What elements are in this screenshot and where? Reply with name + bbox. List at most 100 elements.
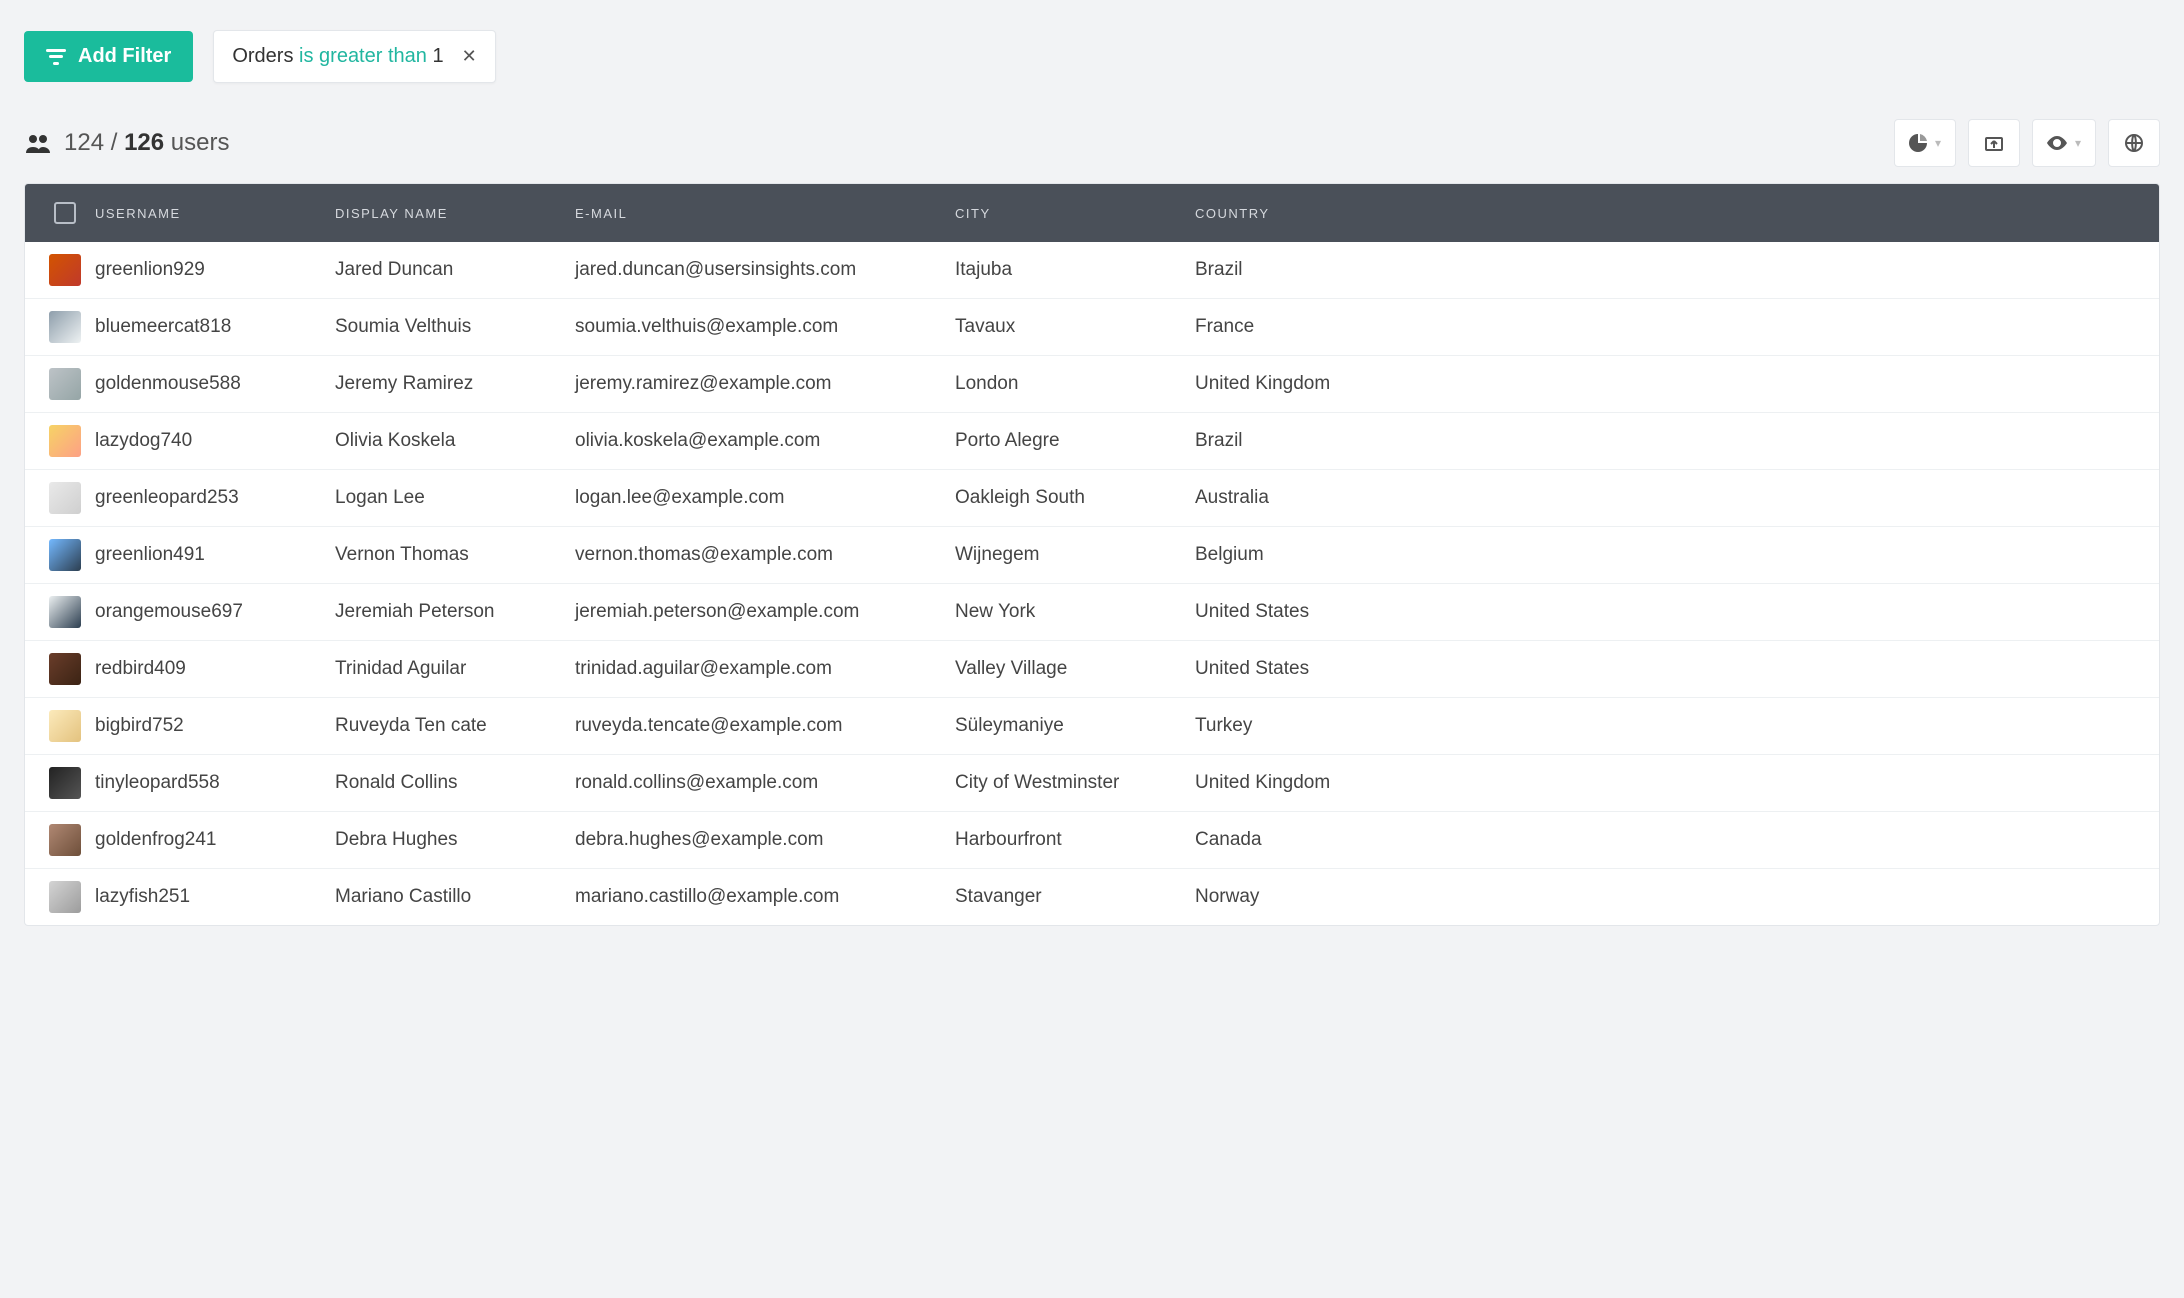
filter-value: 1	[432, 45, 443, 67]
export-button[interactable]	[1968, 119, 2020, 167]
cell-display-name: Vernon Thomas	[335, 544, 575, 566]
pie-chart-icon	[1909, 134, 1927, 152]
cell-display-name: Soumia Velthuis	[335, 316, 575, 338]
segments-button[interactable]: ▾	[1894, 119, 1956, 167]
table-row[interactable]: bigbird752Ruveyda Ten cateruveyda.tencat…	[25, 697, 2159, 754]
cell-city: New York	[955, 601, 1195, 623]
cell-city: Harbourfront	[955, 829, 1195, 851]
cell-email: jared.duncan@usersinsights.com	[575, 259, 955, 281]
remove-filter-icon[interactable]: ✕	[462, 46, 477, 67]
table-header: USERNAME DISPLAY NAME E-MAIL CITY COUNTR…	[25, 184, 2159, 242]
cell-country: United States	[1195, 601, 2159, 623]
table-row[interactable]: greenlion491Vernon Thomasvernon.thomas@e…	[25, 526, 2159, 583]
avatar	[49, 824, 81, 856]
cell-country: Canada	[1195, 829, 2159, 851]
column-header-country[interactable]: COUNTRY	[1195, 206, 2159, 221]
avatar	[49, 767, 81, 799]
table-row[interactable]: bluemeercat818Soumia Velthuissoumia.velt…	[25, 298, 2159, 355]
avatar	[49, 425, 81, 457]
cell-display-name: Trinidad Aguilar	[335, 658, 575, 680]
avatar	[49, 539, 81, 571]
table-actions: ▾ ▾	[1894, 119, 2160, 167]
column-header-username[interactable]: USERNAME	[95, 206, 335, 221]
table-row[interactable]: goldenfrog241Debra Hughesdebra.hughes@ex…	[25, 811, 2159, 868]
cell-username: tinyleopard558	[95, 772, 335, 794]
cell-city: Süleymaniye	[955, 715, 1195, 737]
cell-email: debra.hughes@example.com	[575, 829, 955, 851]
filter-icon	[46, 49, 66, 65]
cell-username: lazydog740	[95, 430, 335, 452]
export-icon	[1985, 134, 2003, 152]
cell-email: jeremiah.peterson@example.com	[575, 601, 955, 623]
cell-username: redbird409	[95, 658, 335, 680]
cell-display-name: Ruveyda Ten cate	[335, 715, 575, 737]
cell-email: jeremy.ramirez@example.com	[575, 373, 955, 395]
avatar	[49, 254, 81, 286]
cell-display-name: Logan Lee	[335, 487, 575, 509]
count-noun: users	[171, 129, 230, 156]
table-row[interactable]: greenleopard253Logan Leelogan.lee@exampl…	[25, 469, 2159, 526]
table-row[interactable]: goldenmouse588Jeremy Ramirezjeremy.ramir…	[25, 355, 2159, 412]
table-row[interactable]: greenlion929Jared Duncanjared.duncan@use…	[25, 242, 2159, 298]
table-row[interactable]: redbird409Trinidad Aguilartrinidad.aguil…	[25, 640, 2159, 697]
cell-username: greenlion491	[95, 544, 335, 566]
cell-country: Brazil	[1195, 259, 2159, 281]
table-row[interactable]: lazyfish251Mariano Castillomariano.casti…	[25, 868, 2159, 925]
filter-operator: is greater than	[299, 45, 427, 67]
column-header-city[interactable]: CITY	[955, 206, 1195, 221]
cell-display-name: Debra Hughes	[335, 829, 575, 851]
avatar	[49, 881, 81, 913]
table-row[interactable]: orangemouse697Jeremiah Petersonjeremiah.…	[25, 583, 2159, 640]
cell-country: Norway	[1195, 886, 2159, 908]
cell-country: France	[1195, 316, 2159, 338]
cell-city: Tavaux	[955, 316, 1195, 338]
cell-city: Wijnegem	[955, 544, 1195, 566]
cell-country: Australia	[1195, 487, 2159, 509]
add-filter-button[interactable]: Add Filter	[24, 31, 193, 82]
cell-email: mariano.castillo@example.com	[575, 886, 955, 908]
summary-toolbar: 124 / 126 users ▾ ▾	[24, 119, 2160, 167]
table-row[interactable]: lazydog740Olivia Koskelaolivia.koskela@e…	[25, 412, 2159, 469]
cell-username: goldenfrog241	[95, 829, 335, 851]
caret-down-icon: ▾	[1935, 136, 1941, 150]
result-count: 124 / 126 users	[24, 129, 229, 157]
avatar	[49, 368, 81, 400]
cell-email: logan.lee@example.com	[575, 487, 955, 509]
add-filter-label: Add Filter	[78, 45, 171, 68]
caret-down-icon: ▾	[2075, 136, 2081, 150]
cell-display-name: Jeremiah Peterson	[335, 601, 575, 623]
columns-button[interactable]: ▾	[2032, 119, 2096, 167]
cell-country: United Kingdom	[1195, 772, 2159, 794]
column-header-display-name[interactable]: DISPLAY NAME	[335, 206, 575, 221]
cell-display-name: Mariano Castillo	[335, 886, 575, 908]
cell-country: Belgium	[1195, 544, 2159, 566]
cell-username: bluemeercat818	[95, 316, 335, 338]
users-table: USERNAME DISPLAY NAME E-MAIL CITY COUNTR…	[24, 183, 2160, 926]
avatar	[49, 653, 81, 685]
cell-city: City of Westminster	[955, 772, 1195, 794]
cell-country: Brazil	[1195, 430, 2159, 452]
count-filtered: 124	[64, 129, 104, 156]
cell-country: United Kingdom	[1195, 373, 2159, 395]
table-body: greenlion929Jared Duncanjared.duncan@use…	[25, 242, 2159, 925]
cell-username: orangemouse697	[95, 601, 335, 623]
map-button[interactable]	[2108, 119, 2160, 167]
filter-toolbar: Add Filter Orders is greater than 1 ✕	[24, 30, 2160, 83]
count-separator: /	[111, 129, 118, 156]
select-all-checkbox[interactable]	[54, 202, 76, 224]
cell-email: trinidad.aguilar@example.com	[575, 658, 955, 680]
avatar	[49, 710, 81, 742]
cell-email: vernon.thomas@example.com	[575, 544, 955, 566]
users-icon	[24, 133, 52, 153]
avatar	[49, 596, 81, 628]
cell-city: Oakleigh South	[955, 487, 1195, 509]
cell-country: Turkey	[1195, 715, 2159, 737]
cell-username: goldenmouse588	[95, 373, 335, 395]
table-row[interactable]: tinyleopard558Ronald Collinsronald.colli…	[25, 754, 2159, 811]
column-header-email[interactable]: E-MAIL	[575, 206, 955, 221]
active-filter-chip[interactable]: Orders is greater than 1 ✕	[213, 30, 495, 83]
cell-city: Porto Alegre	[955, 430, 1195, 452]
cell-city: Stavanger	[955, 886, 1195, 908]
avatar	[49, 482, 81, 514]
cell-display-name: Olivia Koskela	[335, 430, 575, 452]
